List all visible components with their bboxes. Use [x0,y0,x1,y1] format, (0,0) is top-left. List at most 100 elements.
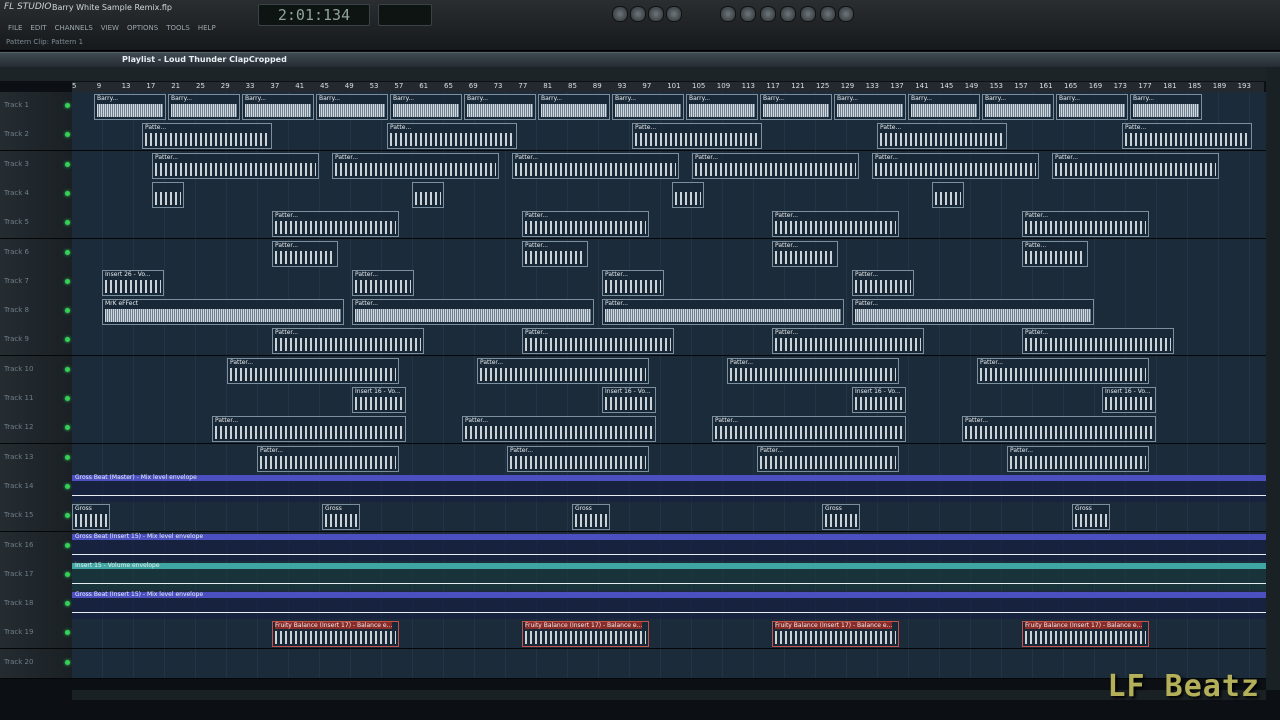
pattern-clip[interactable]: Patter... [692,152,859,179]
playlist-title-bar[interactable]: Playlist - Loud Thunder ClapCropped [0,52,1280,67]
pattern-clip[interactable]: Patter... [227,357,399,384]
playlist-button[interactable] [720,6,736,22]
pattern-clip[interactable]: Patte... [1122,123,1252,150]
pattern-clip[interactable]: Barry... [760,94,832,120]
pattern-clip[interactable]: Patter... [257,445,399,472]
track-header[interactable]: Track 2 [0,121,73,151]
menu-options[interactable]: OPTIONS [127,24,158,32]
track-mute-led[interactable] [65,308,70,314]
pattern-clip[interactable]: Patte... [877,123,1007,150]
pattern-clip[interactable]: Patter... [212,416,406,443]
pattern-clip[interactable]: Patter... [872,152,1039,179]
pattern-clip[interactable]: Barry... [390,94,462,120]
track-mute-led[interactable] [65,601,70,607]
track-header[interactable]: Track 15 [0,502,73,532]
horizontal-scrollbar[interactable] [72,690,1266,700]
track-header[interactable]: Track 14 [0,472,73,502]
song-time-display[interactable]: 2:01:134 [258,4,370,26]
pattern-clip[interactable]: Patter... [522,211,649,238]
track-mute-led[interactable] [65,132,70,138]
track-lane[interactable]: MrK eFFect Patter... Patter... Patter... [72,297,1266,327]
track-mute-led[interactable] [65,630,70,636]
pattern-clip[interactable]: Patter... [332,152,499,179]
pattern-clip[interactable]: Patter... [352,269,414,296]
pattern-clip[interactable]: Gross [822,504,860,531]
pattern-mode-button[interactable] [612,6,628,22]
track-mute-led[interactable] [65,454,70,460]
pattern-clip[interactable]: Insert 16 - Vo... [1102,387,1156,413]
track-header[interactable]: Track 12 [0,414,73,444]
track-mute-led[interactable] [65,278,70,284]
track-header[interactable]: Track 7 [0,267,73,297]
browser-button[interactable] [800,6,816,22]
pattern-clip[interactable]: Patte... [387,123,517,150]
automation-clip[interactable]: Gross Beat (Master) - Mix level envelope [72,474,1266,505]
automation-clip[interactable]: Gross Beat (Insert 15) - Mix level envel… [72,591,1266,623]
pattern-clip[interactable]: Patter... [977,357,1149,384]
pattern-clip[interactable] [152,181,184,208]
track-header[interactable]: Track 19 [0,619,73,649]
pattern-clip[interactable]: Barry... [242,94,314,120]
track-lane[interactable]: Patter... Patter... Patter... Patter... [72,326,1266,356]
track-lane[interactable]: Patter... Patter... Patter... Patter... [72,355,1266,385]
track-lane[interactable]: Gross Beat (Master) - Mix level envelope [72,472,1266,505]
track-header[interactable]: Track 10 [0,355,73,385]
track-header[interactable]: Track 16 [0,531,73,561]
pattern-clip[interactable]: Barry... [94,94,166,120]
help-button[interactable] [838,6,854,22]
track-header[interactable]: Track 9 [0,326,73,356]
track-lane[interactable]: Barry... Barry... Barry... Barry... Barry...… [72,92,1266,121]
plugin-picker-button[interactable] [820,6,836,22]
pattern-clip[interactable]: Barry... [908,94,980,120]
track-lane[interactable] [72,179,1266,209]
pattern-clip[interactable]: Insert 16 - Vo... [852,387,906,413]
mixer-button[interactable] [780,6,796,22]
pattern-clip[interactable]: Patter... [1052,152,1219,179]
pattern-clip[interactable]: Patte... [632,123,762,150]
track-mute-led[interactable] [65,396,70,401]
pattern-clip[interactable]: Barry... [834,94,906,120]
pattern-clip[interactable]: Patter... [462,416,656,443]
pattern-clip[interactable]: Patter... [1022,328,1174,355]
pattern-clip[interactable]: Insert 16 - Vo... [352,387,406,413]
pattern-clip[interactable]: Barry... [538,94,610,120]
track-header[interactable]: Track 5 [0,209,73,239]
pattern-clip[interactable]: Patter... [512,152,679,179]
pattern-clip[interactable]: Patter... [352,299,594,326]
pattern-clip[interactable]: Patter... [772,328,924,355]
pattern-clip[interactable]: Gross [322,504,360,531]
pattern-clip[interactable]: Patter... [507,445,649,472]
pattern-clip[interactable]: Fruity Balance (Insert 17) - Balance e..… [522,621,649,648]
pattern-clip[interactable]: Barry... [316,94,388,120]
track-lane[interactable]: Insert 26 - Vo... Patter... Patter... Patte… [72,267,1266,297]
play-button[interactable] [630,6,646,22]
pattern-clip[interactable]: Patter... [712,416,906,443]
track-mute-led[interactable] [65,366,70,372]
track-mute-led[interactable] [65,659,70,665]
pattern-clip[interactable] [932,181,964,208]
pattern-clip[interactable]: Fruity Balance (Insert 17) - Balance e..… [1022,621,1149,648]
track-lane[interactable]: Gross Beat (Insert 15) - Mix level envel… [72,590,1266,623]
track-lane[interactable]: Gross Beat (Insert 15) - Mix level envel… [72,531,1266,564]
pattern-clip[interactable]: Patter... [962,416,1156,443]
pattern-clip[interactable]: Patter... [602,299,844,326]
track-mute-led[interactable] [65,190,70,196]
pattern-clip[interactable]: Patter... [727,357,899,384]
menu-edit[interactable]: EDIT [30,24,46,32]
pattern-clip[interactable] [672,181,704,208]
track-header[interactable]: Track 1 [0,92,73,121]
pattern-clip[interactable]: Patter... [522,240,588,267]
stop-button[interactable] [648,6,664,22]
pattern-clip[interactable]: Barry... [686,94,758,120]
pattern-clip[interactable]: Patter... [1007,445,1149,472]
pattern-clip[interactable]: Patter... [852,269,914,296]
pattern-clip[interactable]: Barry... [1056,94,1128,120]
pattern-clip[interactable]: Barry... [464,94,536,120]
record-button[interactable] [666,6,682,22]
track-mute-led[interactable] [65,103,70,108]
pattern-clip[interactable] [412,181,444,208]
pattern-clip[interactable]: Gross [572,504,610,531]
track-mute-led[interactable] [65,220,70,226]
track-header[interactable]: Track 3 [0,150,73,180]
track-lane[interactable]: Patte... Patte... Patte... Patte... Patte... [72,121,1266,151]
